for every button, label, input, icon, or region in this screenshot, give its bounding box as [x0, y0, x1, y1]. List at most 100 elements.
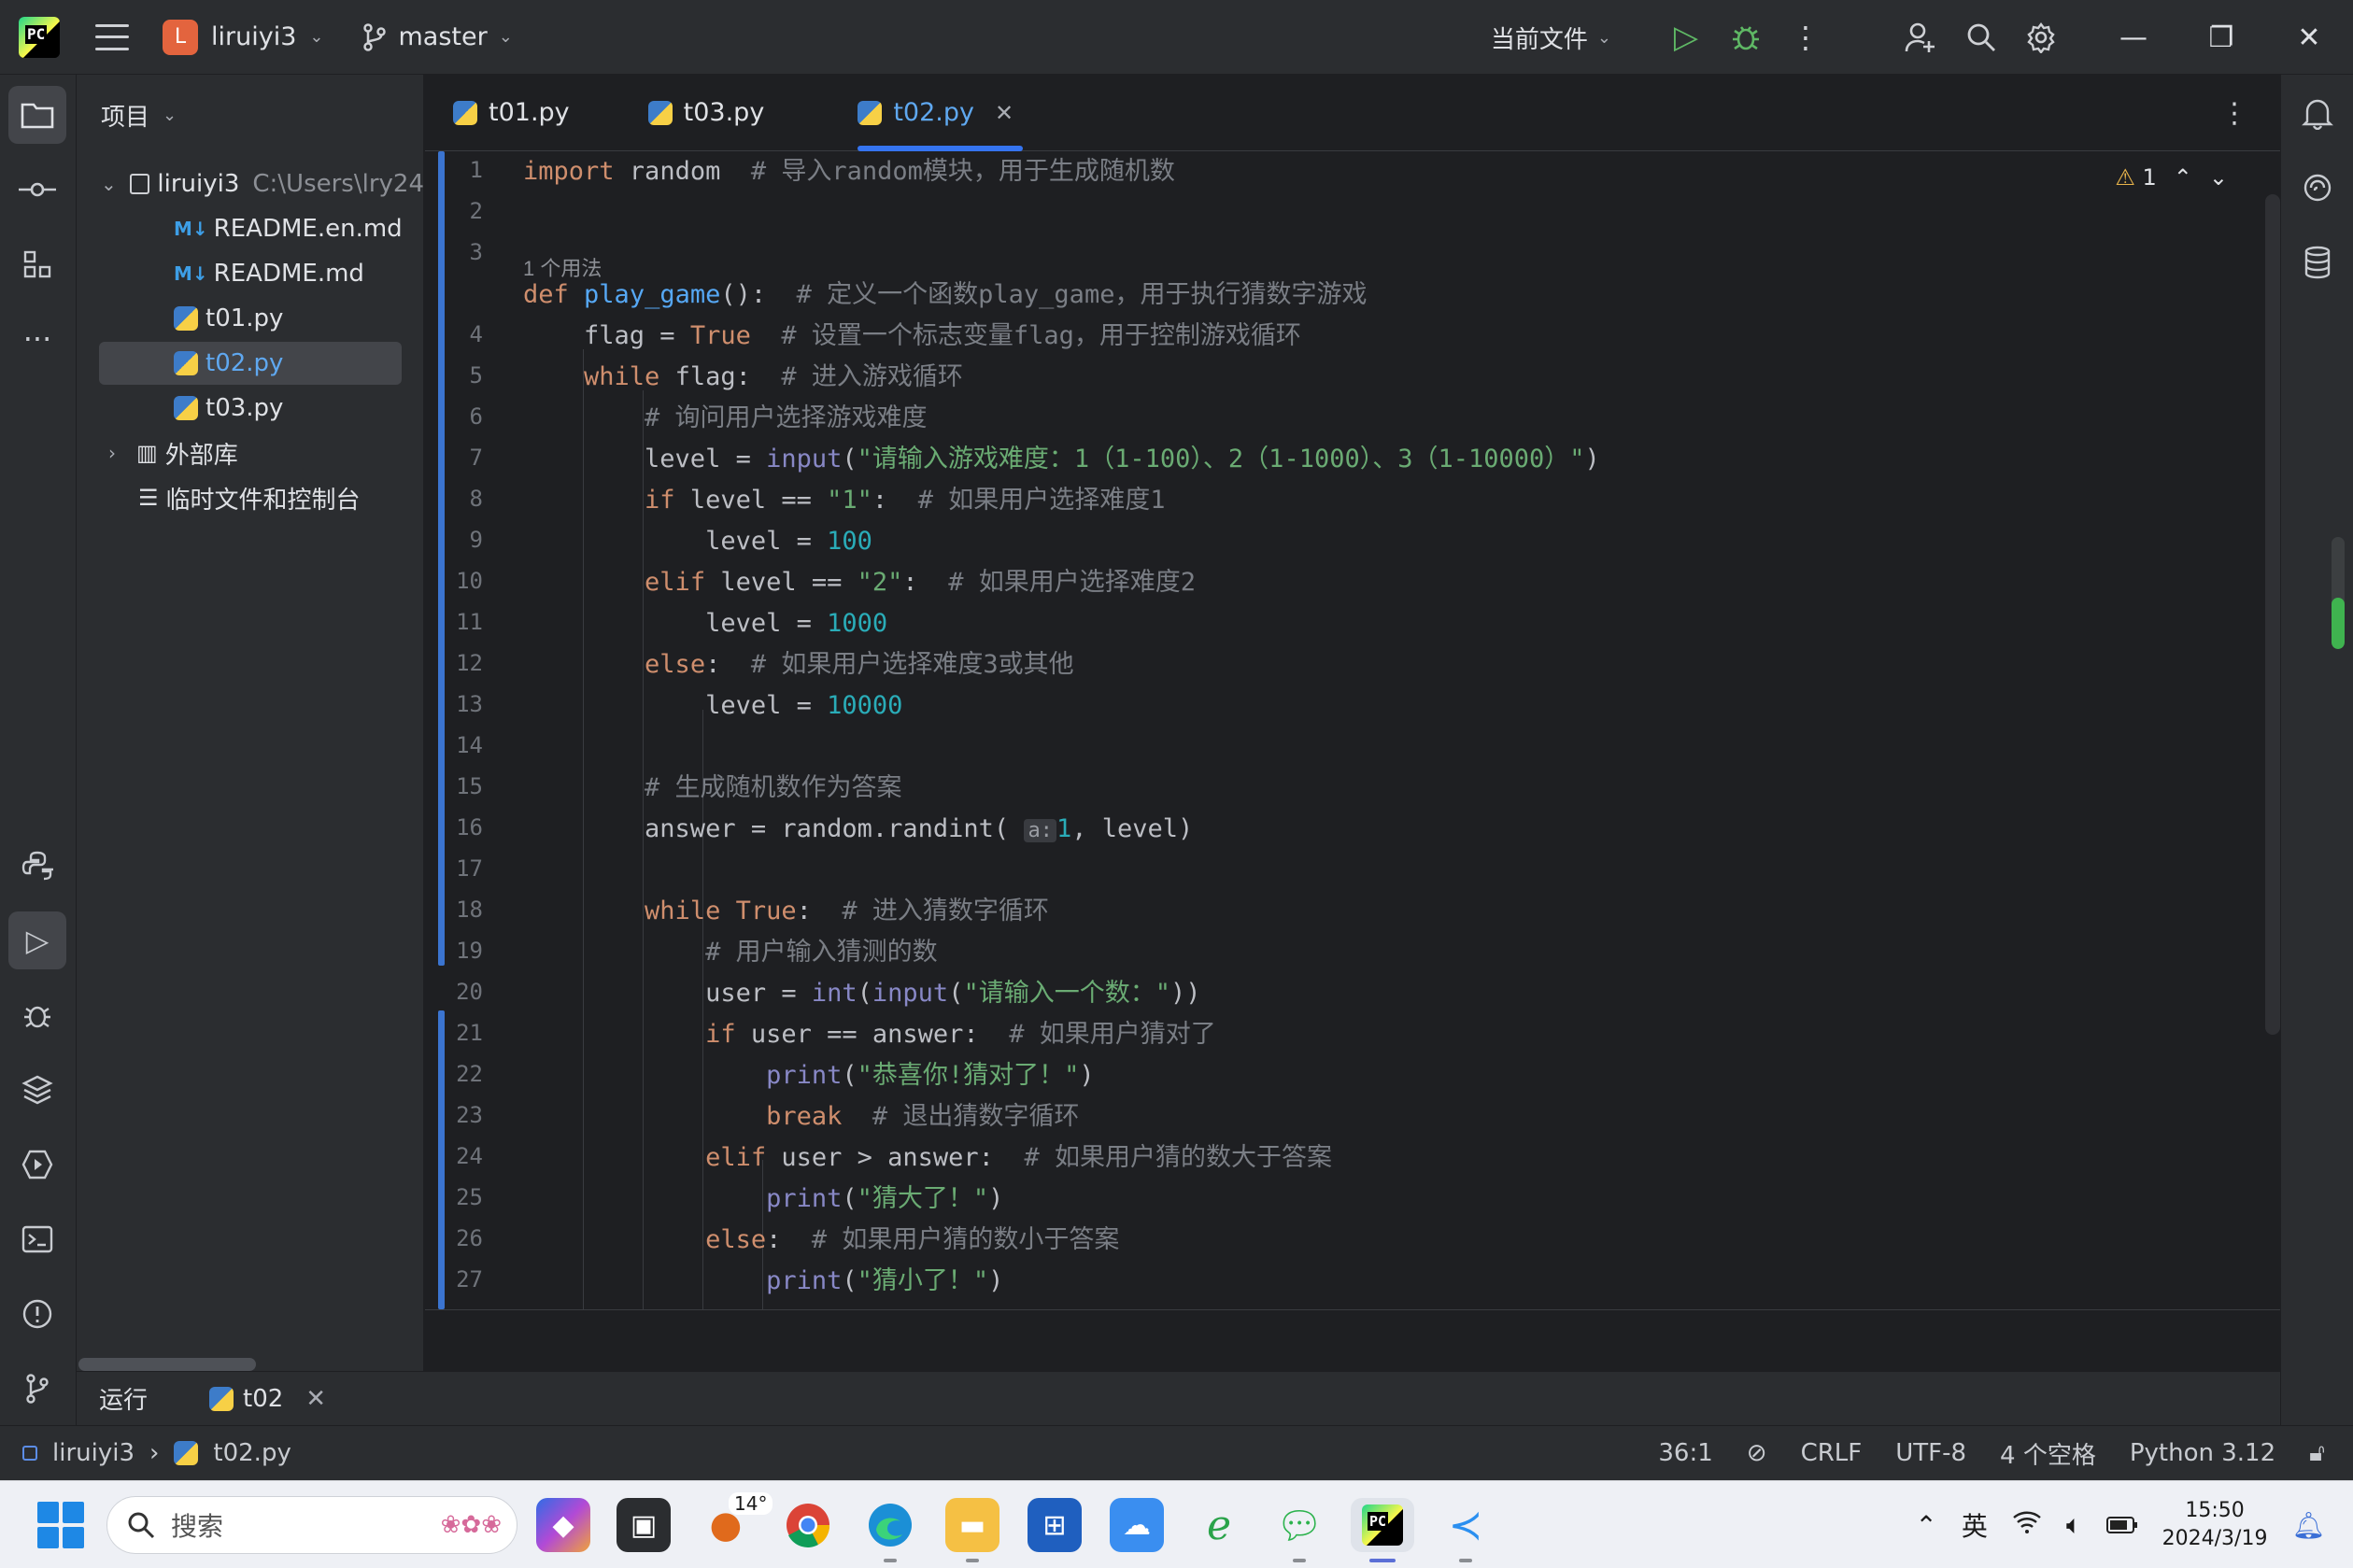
close-run-tab-icon[interactable]: ✕: [305, 1385, 326, 1413]
file-encoding[interactable]: UTF-8: [1895, 1439, 1966, 1467]
edge-icon[interactable]: [863, 1498, 917, 1552]
tree-file[interactable]: M↓ README.md: [77, 252, 424, 295]
search-icon[interactable]: [1951, 0, 2011, 75]
debug-tool-icon[interactable]: [8, 986, 66, 1044]
chrome-icon[interactable]: [781, 1498, 835, 1552]
structure-icon[interactable]: [8, 235, 66, 293]
notification-bell-icon[interactable]: 🔔︎: [2291, 1510, 2325, 1541]
settings-gear-icon[interactable]: [2011, 0, 2071, 75]
cursor-position[interactable]: 36:1: [1658, 1439, 1712, 1467]
taskbar-search[interactable]: 搜索 ❀✿❀: [106, 1496, 517, 1554]
commit-icon[interactable]: [8, 161, 66, 219]
expand-arrow-icon[interactable]: ›: [101, 442, 123, 464]
run-icon[interactable]: ▷: [1656, 0, 1716, 75]
file-explorer-icon[interactable]: ▬: [945, 1498, 999, 1552]
python-console-icon[interactable]: [8, 837, 66, 895]
tree-scratches[interactable]: ☰ 临时文件和控制台: [77, 476, 424, 519]
restore-button[interactable]: ❐: [2177, 0, 2265, 75]
project-panel-header[interactable]: 项目 ⌄: [77, 75, 423, 155]
run-tab[interactable]: t02: [209, 1385, 283, 1413]
clock[interactable]: 15:50 2024/3/19: [2162, 1497, 2268, 1553]
windows-start-icon[interactable]: [37, 1502, 84, 1548]
line-number: 23: [456, 1102, 483, 1128]
tree-file[interactable]: t01.py: [77, 297, 424, 340]
project-tool-folder-icon[interactable]: [8, 86, 66, 144]
breadcrumb-project[interactable]: liruiyi3: [52, 1439, 135, 1467]
ime-indicator[interactable]: 英: [1962, 1506, 1988, 1544]
root-folder-path: C:\Users\lry24: [252, 170, 424, 198]
ai-assistant-icon[interactable]: [2294, 164, 2341, 211]
weather-temp: 14°: [729, 1492, 773, 1515]
battery-icon[interactable]: [2105, 1510, 2138, 1541]
volume-icon[interactable]: 🔈︎: [2066, 1509, 2082, 1541]
tabs-more-icon[interactable]: ⋮: [2220, 75, 2248, 151]
code-line: elif user > answer: # 如果用户猜的数大于答案: [705, 1143, 1332, 1172]
git-icon[interactable]: [8, 1360, 66, 1418]
breadcrumb-file[interactable]: t02.py: [213, 1439, 291, 1467]
tree-file[interactable]: M↓ README.en.md: [77, 207, 424, 250]
chevron-up-icon[interactable]: ⌃: [1915, 1510, 1936, 1541]
tree-root-folder[interactable]: ⌄ liruiyi3 C:\Users\lry24: [77, 162, 424, 205]
ie-browser-icon[interactable]: ℯ: [1192, 1498, 1246, 1552]
code-line: print("恭喜你!猜对了！"): [766, 1061, 1095, 1090]
tree-file[interactable]: t03.py: [77, 387, 424, 430]
lock-icon[interactable]: 🔓︎: [2309, 1439, 2325, 1468]
editor-scrollbar[interactable]: [2265, 194, 2280, 1035]
code-line: if level == "1": # 如果用户选择难度1: [645, 486, 1166, 515]
editor-bottom-area: [425, 1309, 2280, 1371]
tab-t01[interactable]: t01.py: [425, 75, 598, 151]
more-vertical-icon[interactable]: ⋮: [1776, 0, 1836, 75]
debug-icon[interactable]: [1716, 0, 1776, 75]
more-tools-icon[interactable]: ···: [8, 310, 66, 368]
line-separator[interactable]: CRLF: [1801, 1439, 1863, 1467]
database-icon[interactable]: [2294, 239, 2341, 286]
code-line: # 生成随机数作为答案: [645, 773, 902, 802]
add-user-icon[interactable]: [1892, 0, 1951, 75]
tab-t03[interactable]: t03.py: [620, 75, 793, 151]
run-config-selector[interactable]: 当前文件 ⌄: [1491, 21, 1611, 55]
vscode-icon[interactable]: ≺: [1439, 1498, 1493, 1552]
problems-icon[interactable]: [8, 1285, 66, 1343]
tab-t02[interactable]: t02.py ✕: [829, 75, 1042, 151]
terminal-icon[interactable]: [8, 1210, 66, 1268]
run-tool-icon[interactable]: ▷: [8, 911, 66, 969]
chevron-up-icon[interactable]: ⌃: [2174, 164, 2192, 191]
memory-indicator[interactable]: [2332, 537, 2345, 649]
main-menu-icon[interactable]: [95, 23, 129, 50]
python-file-icon: [174, 1441, 199, 1465]
services-icon[interactable]: [8, 1136, 66, 1194]
pycharm-taskbar-icon[interactable]: PC: [1351, 1498, 1414, 1552]
close-window-button[interactable]: ✕: [2265, 0, 2353, 75]
python-packages-layers-icon[interactable]: [8, 1061, 66, 1119]
python-file-icon: [174, 396, 198, 420]
close-tab-icon[interactable]: ✕: [995, 100, 1013, 126]
code-line: level = 1000: [523, 609, 888, 638]
expand-arrow-icon[interactable]: ⌄: [101, 173, 117, 195]
tree-file-selected[interactable]: t02.py: [99, 342, 402, 385]
copilot-pre-icon[interactable]: ◆: [536, 1498, 590, 1552]
cloud-drive-icon[interactable]: ☁: [1110, 1498, 1164, 1552]
code-line: break # 退出猜数字循环: [766, 1102, 1080, 1131]
run-label[interactable]: 运行: [99, 1381, 148, 1416]
project-panel-scrollbar[interactable]: [78, 1358, 256, 1371]
branch-switcher[interactable]: master ⌄: [362, 22, 513, 51]
notifications-bell-icon[interactable]: [2294, 90, 2341, 136]
project-switcher[interactable]: L liruiyi3 ⌄: [163, 19, 323, 55]
wifi-icon[interactable]: [2012, 1510, 2042, 1541]
blossom-decoration-icon: ❀✿❀: [440, 1511, 502, 1539]
code-line: # 询问用户选择游戏难度: [645, 403, 928, 432]
microsoft-store-icon[interactable]: ⊞: [1028, 1498, 1082, 1552]
python-file-icon: [453, 100, 477, 125]
wechat-icon[interactable]: 💬︎: [1272, 1498, 1326, 1552]
chevron-down-icon[interactable]: ⌄: [2209, 164, 2228, 191]
task-view-icon[interactable]: ▣: [617, 1498, 671, 1552]
no-highlight-icon[interactable]: ⊘: [1747, 1439, 1767, 1467]
pycharm-logo-icon[interactable]: PC: [19, 16, 60, 58]
python-interpreter[interactable]: Python 3.12: [2130, 1439, 2275, 1467]
minimize-button[interactable]: —: [2090, 0, 2177, 75]
line-number: 1: [469, 157, 483, 183]
tree-external-libraries[interactable]: › ▥ 外部库: [77, 431, 424, 474]
tab-label: t01.py: [489, 98, 570, 127]
code-text-area[interactable]: import random # 导入random模块，用于生成随机数 1 个用法…: [523, 151, 2167, 1309]
indent-setting[interactable]: 4 个空格: [2000, 1436, 2096, 1471]
